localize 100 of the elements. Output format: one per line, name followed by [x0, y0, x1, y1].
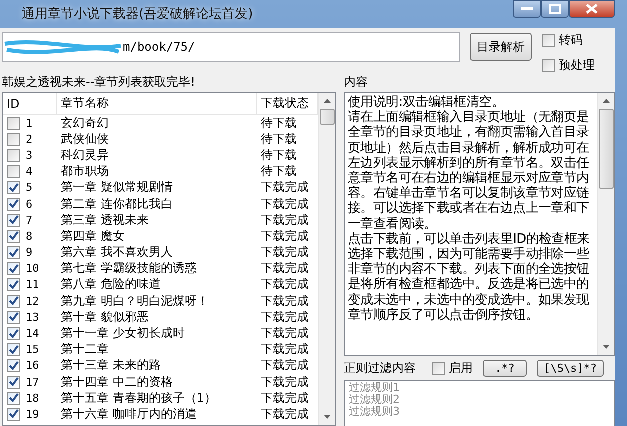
status-cell-text: 下载完成: [260, 406, 310, 423]
chapter-name-cell[interactable]: 第二章 连你都比我白: [57, 196, 257, 213]
row-checkbox[interactable]: [7, 148, 20, 162]
row-checkbox[interactable]: [7, 132, 20, 146]
chapter-name-cell[interactable]: 第四章 魔女: [57, 228, 257, 245]
id-cell: 13: [26, 310, 40, 324]
minimize-button[interactable]: [513, 0, 541, 18]
row-checkbox[interactable]: [7, 408, 20, 421]
minimize-icon: [521, 7, 533, 11]
row-checkbox[interactable]: [7, 116, 20, 130]
status-text: 韩娱之透视未来--章节列表获取完毕!: [2, 74, 196, 90]
status-cell-text: 下载完成: [260, 276, 310, 294]
status-cell-text: 待下载: [260, 163, 298, 180]
chapter-name-cell[interactable]: 武侠仙侠: [57, 130, 257, 148]
column-header[interactable]: ID: [3, 93, 57, 114]
content-textarea[interactable]: [344, 92, 615, 356]
scroll-up-icon[interactable]: [602, 99, 610, 103]
content-label: 内容: [344, 74, 369, 90]
checkbox[interactable]: [432, 362, 445, 374]
id-cell: 17: [26, 376, 40, 389]
checkbox[interactable]: [542, 59, 555, 72]
url-field[interactable]: m/book/75/: [2, 32, 460, 62]
content-paragraph: 使用说明:双击编辑框清空。: [348, 95, 506, 110]
id-cell: 9: [26, 246, 33, 260]
row-checkbox[interactable]: [7, 278, 20, 292]
checkbox[interactable]: [542, 34, 555, 47]
status-cell-text: 下载完成: [260, 196, 310, 213]
status-cell-text: 下载完成: [260, 308, 310, 326]
status-cell-text: 下载完成: [260, 179, 310, 196]
filter-rule: 过滤规则1: [349, 382, 401, 394]
chapter-name-cell[interactable]: 第十三章 未来的路: [57, 357, 257, 374]
chapter-name-cell[interactable]: 第十一章 少女初长成时: [57, 325, 257, 342]
chapter-name-cell[interactable]: 第九章 明白？明白泥煤呀！: [57, 292, 257, 310]
row-checkbox[interactable]: [7, 310, 20, 324]
id-cell: 14: [26, 327, 40, 340]
id-cell: 1: [26, 116, 33, 130]
regex-button[interactable]: [\S\s]*?: [537, 360, 604, 376]
row-checkbox[interactable]: [7, 246, 20, 260]
id-cell: 12: [26, 294, 40, 308]
row-checkbox[interactable]: [7, 230, 20, 243]
row-checkbox[interactable]: [7, 198, 20, 211]
chapter-name-cell[interactable]: 第六章 我不喜欢男人: [57, 244, 257, 262]
scroll-thumb[interactable]: [598, 109, 614, 189]
status-cell-text: 下载完成: [260, 244, 310, 262]
row-checkbox[interactable]: [7, 343, 20, 356]
row-checkbox[interactable]: [7, 392, 20, 405]
row-checkbox[interactable]: [7, 359, 20, 372]
status-cell-text: 待下载: [260, 146, 298, 164]
filter-label: 正则过滤内容: [344, 360, 416, 376]
filter-rule: 过滤规则3: [349, 406, 401, 418]
id-cell: 10: [26, 262, 40, 276]
row-checkbox[interactable]: [7, 376, 20, 389]
id-cell: 3: [26, 148, 33, 162]
scrollbar[interactable]: [318, 93, 335, 425]
row-checkbox[interactable]: [7, 181, 20, 194]
close-button[interactable]: [569, 0, 615, 18]
chapter-name-cell[interactable]: 第一章 疑似常规剧情: [57, 179, 257, 196]
status-cell-text: 下载完成: [260, 228, 310, 245]
scroll-up-icon[interactable]: [324, 99, 330, 103]
window-title: 通用章节小说下载器(吾爱破解论坛首发): [22, 6, 254, 23]
row-checkbox[interactable]: [7, 165, 20, 178]
status-cell-text: 待下载: [260, 130, 298, 148]
id-cell: 8: [26, 230, 33, 243]
row-checkbox[interactable]: [7, 214, 20, 227]
id-cell: 19: [26, 408, 40, 421]
enable-label: 启用: [449, 360, 473, 376]
close-icon: [586, 4, 598, 14]
status-cell-text: 下载完成: [260, 325, 310, 342]
status-cell-text: 下载完成: [260, 374, 310, 391]
column-header[interactable]: 章节名称: [57, 93, 257, 114]
id-cell: 5: [26, 181, 33, 194]
regex-button[interactable]: .*?: [483, 360, 527, 376]
parse-button[interactable]: 目录解析: [470, 33, 532, 61]
chapter-name-cell[interactable]: 第十二章: [57, 341, 257, 358]
chapter-name-cell[interactable]: 都市职场: [57, 163, 257, 180]
chapter-name-cell[interactable]: 第十章 貌似邪恶: [57, 308, 257, 326]
row-checkbox[interactable]: [7, 262, 20, 276]
chapter-name-cell[interactable]: 第七章 学霸级技能的诱惑: [57, 260, 257, 278]
chapter-name-cell[interactable]: 科幻灵异: [57, 146, 257, 164]
content-paragraph: 请在上面编辑框输入目录页地址（无翻页是全章节的目录页地址，有翻页需输入首目录页地址）然后点击目录解析，解析成功可在左边列表显示解析到的所有章节名。双击任意章节名可在右边的编辑框显示对应章节内容。右键单击章节名可以复制该章节对应链接。可以选择下载或者在右边点上一章和下一章查看阅读。: [348, 110, 590, 232]
id-cell: 18: [26, 392, 40, 405]
chapter-name-cell[interactable]: 第十五章 青春期的孩子（1）: [57, 390, 257, 407]
chapter-name-cell[interactable]: 第三章 透视未来: [57, 212, 257, 229]
chapter-name-cell[interactable]: 玄幻奇幻: [57, 114, 257, 132]
chapter-name-cell[interactable]: 第十六章 咖啡厅内的消遣: [57, 406, 257, 423]
status-cell-text: 下载完成: [260, 260, 310, 278]
scroll-thumb[interactable]: [320, 109, 334, 125]
row-checkbox[interactable]: [7, 327, 20, 340]
scroll-down-icon[interactable]: [602, 345, 610, 349]
chapter-name-cell[interactable]: 第十四章 中二的资格: [57, 374, 257, 391]
chapter-name-cell[interactable]: 第八章 危险的味道: [57, 276, 257, 294]
row-checkbox[interactable]: [7, 294, 20, 308]
scroll-down-icon[interactable]: [324, 415, 330, 419]
scrollbar[interactable]: [597, 93, 614, 355]
maximize-button[interactable]: [541, 0, 569, 18]
status-cell-text: 下载完成: [260, 341, 310, 358]
maximize-icon: [549, 4, 561, 14]
id-cell: 6: [26, 198, 33, 211]
status-cell-text: 下载完成: [260, 357, 310, 374]
id-cell: 4: [26, 165, 33, 178]
